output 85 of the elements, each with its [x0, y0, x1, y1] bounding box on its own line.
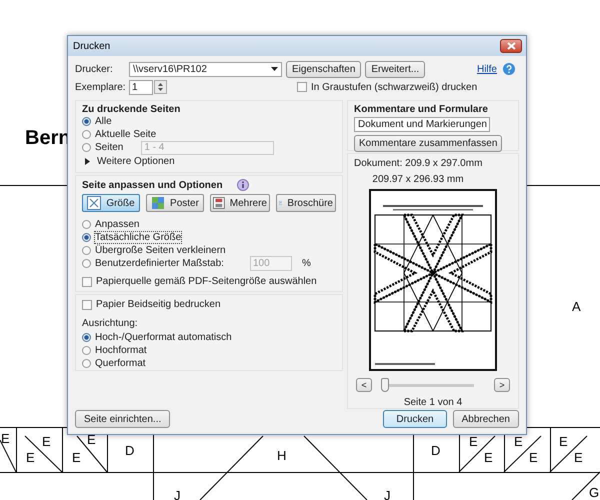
spinner-control[interactable] — [154, 80, 167, 94]
resize-icon — [87, 196, 102, 210]
radio-button[interactable] — [82, 233, 91, 242]
radio-button[interactable] — [82, 246, 91, 255]
option-label: Benutzerdefinierter Maßstab: — [95, 258, 224, 269]
mode-button[interactable]: Poster — [146, 194, 204, 212]
summarize-button[interactable]: Kommentare zusammenfassen — [354, 135, 502, 152]
page-setup-button[interactable]: Seite einrichten... — [75, 410, 170, 428]
pattern-label: E — [469, 434, 478, 449]
document-size: Dokument: 209.9 x 297.0mm — [354, 158, 482, 169]
mode-button[interactable]: Größe — [82, 194, 140, 212]
radio-button[interactable] — [82, 143, 91, 152]
printer-dropdown[interactable]: \\vserv16\PR102 — [129, 62, 282, 76]
pattern-label: E — [559, 434, 568, 449]
down-arrow-icon — [158, 88, 163, 91]
radio-button[interactable] — [82, 220, 91, 229]
checkbox-label: Papierquelle gemäß PDF-Seitengröße auswählen — [96, 276, 317, 287]
option-label: Aktuelle Seite — [95, 129, 156, 140]
option-label: Übergroße Seiten verkleinern — [95, 245, 226, 256]
checkbox[interactable] — [82, 300, 92, 310]
option-label: Seiten — [95, 142, 124, 153]
next-page-button[interactable]: > — [494, 378, 510, 392]
help-link[interactable]: Hilfe — [476, 64, 497, 74]
pages-icon — [213, 196, 225, 210]
pattern-label: E — [26, 450, 35, 465]
print-button[interactable]: Drucken — [383, 410, 447, 428]
pattern-label: E — [484, 450, 493, 465]
radio-button[interactable] — [82, 259, 91, 268]
pattern-label: A — [572, 299, 581, 314]
option-label: Hochformat — [95, 345, 147, 356]
section-title: Zu druckende Seiten — [82, 104, 182, 115]
previous-page-button[interactable]: < — [356, 378, 372, 392]
checkbox-label: In Graustufen (schwarzweiß) drucken — [311, 82, 478, 92]
option-label: Hoch-/Querformat automatisch — [95, 332, 232, 343]
mode-button[interactable]: Broschüre — [276, 194, 336, 212]
pattern-label: E — [574, 450, 583, 465]
expand-arrow-icon — [85, 158, 90, 164]
option-label: Anpassen — [95, 219, 140, 230]
radio-button[interactable] — [82, 117, 91, 126]
printer-label: Drucker: — [75, 64, 114, 74]
checkbox[interactable] — [82, 276, 92, 286]
unit-label: % — [302, 258, 311, 269]
radio-button[interactable] — [82, 346, 91, 355]
section-title: Seite anpassen und Optionen — [82, 180, 223, 190]
pattern-label: D — [125, 443, 134, 458]
pattern-label: D — [431, 443, 440, 458]
help-icon — [503, 63, 515, 75]
checkbox[interactable] — [297, 82, 307, 92]
dialog-button[interactable]: Eigenschaften — [286, 60, 362, 78]
radio-button[interactable] — [82, 333, 91, 342]
paper-size: 209.97 x 296.93 mm — [372, 174, 465, 185]
checkbox-label: Papier Beidseitig bedrucken — [96, 299, 221, 310]
copies-field[interactable]: 1 — [129, 80, 153, 94]
comments-dropdown[interactable]: Dokument und Markierungen — [354, 117, 490, 132]
pattern-label: E — [514, 434, 523, 449]
info-icon — [236, 179, 249, 191]
pattern-label: J — [384, 488, 390, 500]
pattern-label: E — [1, 431, 10, 446]
close-icon — [506, 42, 516, 50]
section-title: Kommentare und Formulare — [354, 104, 489, 115]
pattern-label: H — [277, 448, 286, 463]
page-number: Seite 1 von 4 — [404, 397, 462, 408]
pattern-label: G — [589, 485, 600, 500]
window-title: Drucken — [73, 40, 112, 52]
up-arrow-icon — [158, 83, 163, 86]
option-label: Alle — [95, 116, 112, 127]
slider-thumb[interactable] — [381, 378, 389, 392]
radio-button[interactable] — [82, 359, 91, 368]
pattern-label: E — [529, 450, 538, 465]
pattern-label: J — [174, 488, 180, 500]
mode-button[interactable]: Mehrere — [210, 194, 270, 212]
more-options-toggle[interactable]: Weitere Optionen — [82, 154, 336, 168]
copies-label: Exemplare: — [75, 82, 125, 92]
caret-icon — [271, 67, 278, 71]
option-label: Querformat — [95, 358, 146, 369]
orientation-label: Ausrichtung: — [82, 318, 139, 329]
close-button[interactable] — [500, 39, 522, 53]
pattern-label: E — [72, 450, 81, 465]
cancel-button[interactable]: Abbrechen — [452, 410, 519, 428]
grid-icon — [151, 196, 166, 210]
option-label: Tatsächliche Größe — [95, 232, 182, 243]
radio-button[interactable] — [82, 130, 91, 139]
pattern-label: E — [87, 432, 96, 447]
pattern-label: E — [42, 434, 51, 449]
dialog-button[interactable]: Erweitert... — [365, 60, 426, 78]
